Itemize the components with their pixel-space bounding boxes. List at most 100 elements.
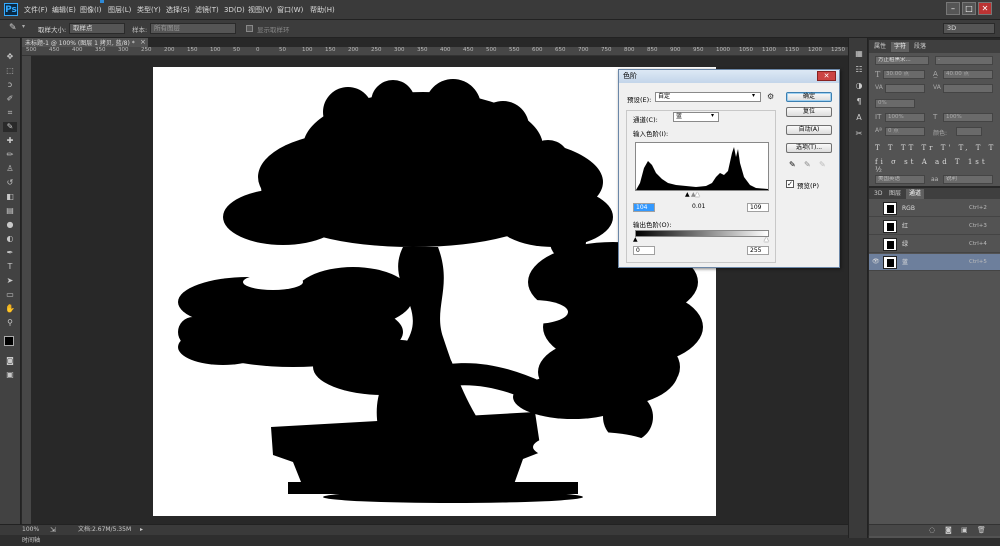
tracking-field[interactable]	[943, 84, 993, 93]
move-tool-icon[interactable]: ✥	[3, 52, 17, 62]
visibility-toggle[interactable]	[872, 204, 880, 212]
font-size-field[interactable]: 30.00 点	[883, 70, 925, 79]
close-button[interactable]: ✕	[978, 2, 992, 15]
underline-button[interactable]: T	[976, 144, 984, 152]
faux-italic-button[interactable]: T	[888, 144, 896, 152]
show-ring-checkbox[interactable]	[246, 25, 253, 32]
brush-tool-icon[interactable]: ✏	[3, 150, 17, 160]
opentype-buttons[interactable]: fi σ st A ad T 1st ½	[875, 158, 1000, 174]
tab-properties[interactable]: 属性	[871, 42, 889, 52]
lasso-tool-icon[interactable]: ↄ	[3, 80, 17, 90]
channel-dropdown-icon[interactable]: ▾	[711, 112, 714, 119]
type-tool-icon[interactable]: T	[3, 262, 17, 272]
ligatures-button[interactable]: fi	[875, 158, 886, 166]
faux-bold-button[interactable]: T	[875, 144, 883, 152]
character-panel-icon[interactable]: A	[853, 112, 865, 123]
swash-button[interactable]: A	[922, 158, 930, 166]
zoom-level[interactable]: 100%	[22, 525, 39, 535]
close-tab-icon[interactable]: ×	[140, 38, 146, 46]
info-arrow-icon[interactable]: ▸	[140, 525, 143, 535]
output-black-field[interactable]: 0	[633, 246, 655, 255]
eye-icon[interactable]: 👁	[872, 258, 880, 266]
text-color-swatch[interactable]	[956, 127, 982, 136]
gradient-tool-icon[interactable]: ▤	[3, 206, 17, 216]
menu-image[interactable]: 图像(I)	[80, 0, 102, 20]
visibility-toggle[interactable]	[872, 222, 880, 230]
tools-panel-icon[interactable]: ✂	[853, 128, 865, 139]
subscript-button[interactable]: T,	[959, 144, 971, 152]
vertical-scale-field[interactable]: 100%	[885, 113, 925, 122]
font-style-select[interactable]: -	[935, 56, 993, 65]
output-black-slider[interactable]: ▲	[633, 236, 638, 243]
export-icon[interactable]: ⇲	[50, 525, 56, 535]
dialog-close-button[interactable]: ✕	[817, 71, 836, 81]
healing-tool-icon[interactable]: ✚	[3, 136, 17, 146]
visibility-toggle[interactable]	[872, 240, 880, 248]
ordinals-button[interactable]: 1st	[968, 158, 988, 166]
maximize-button[interactable]: □	[962, 2, 976, 15]
ok-button[interactable]: 确定	[786, 92, 832, 102]
reset-button[interactable]: 复位	[786, 107, 832, 117]
crop-tool-icon[interactable]: ⌗	[3, 108, 17, 118]
menu-layer[interactable]: 图层(L)	[108, 0, 131, 20]
stylistic-alternates-button[interactable]: ad	[935, 158, 950, 166]
shape-tool-icon[interactable]: ▭	[3, 290, 17, 300]
path-select-icon[interactable]: ➤	[3, 276, 17, 286]
history-brush-icon[interactable]: ↺	[3, 178, 17, 188]
preset-options-gear-icon[interactable]: ⚙	[767, 92, 774, 101]
font-family-select[interactable]: 方正粗黑宋...	[875, 56, 929, 65]
menu-edit[interactable]: 编辑(E)	[52, 0, 76, 20]
gray-eyedropper-icon[interactable]: ✎	[804, 160, 811, 169]
tab-paragraph[interactable]: 段落	[911, 42, 929, 52]
white-point-slider[interactable]: ▲	[695, 191, 700, 198]
menu-view[interactable]: 视图(V)	[248, 0, 272, 20]
menu-select[interactable]: 选择(S)	[166, 0, 190, 20]
sample-select[interactable]: 所有图层	[150, 23, 236, 34]
quick-select-tool-icon[interactable]: ✐	[3, 94, 17, 104]
black-eyedropper-icon[interactable]: ✎	[789, 160, 796, 169]
stamp-tool-icon[interactable]: ♙	[3, 164, 17, 174]
antialias-select[interactable]: 锐利	[943, 175, 993, 184]
channel-row-red[interactable]: 红 Ctrl+3	[869, 218, 1000, 235]
kerning-field[interactable]	[885, 84, 925, 93]
strikethrough-button[interactable]: T	[989, 144, 997, 152]
menu-file[interactable]: 文件(F)	[24, 0, 48, 20]
input-black-field[interactable]: 104	[633, 203, 655, 212]
channel-row-blue[interactable]: 👁 蓝 Ctrl+5	[869, 254, 1000, 271]
preview-checkbox[interactable]: ✓	[786, 180, 794, 188]
white-eyedropper-icon[interactable]: ✎	[819, 160, 826, 169]
input-white-field[interactable]: 109	[747, 203, 769, 212]
load-selection-icon[interactable]: ◌	[929, 526, 935, 534]
language-select[interactable]: 美国英语	[875, 175, 925, 184]
hand-tool-icon[interactable]: ✋	[3, 304, 17, 314]
menu-window[interactable]: 窗口(W)	[277, 0, 303, 20]
zoom-tool-icon[interactable]: ⚲	[3, 318, 17, 328]
tab-3d[interactable]: 3D	[871, 189, 885, 199]
screen-mode-icon[interactable]: ▣	[3, 370, 17, 380]
channel-row-rgb[interactable]: RGB Ctrl+2	[869, 200, 1000, 217]
eyedropper-icon[interactable]: ✎	[9, 23, 17, 33]
dodge-tool-icon[interactable]: ◐	[3, 234, 17, 244]
leading-field[interactable]: 40.00 点	[943, 70, 993, 79]
all-caps-button[interactable]: TT	[901, 144, 916, 152]
adjustments-panel-icon[interactable]: ◑	[853, 80, 865, 91]
paragraph-panel-icon[interactable]: ¶	[853, 96, 865, 107]
options-button[interactable]: 选项(T)...	[786, 143, 832, 153]
tsume-field[interactable]: 0%	[875, 99, 915, 108]
timeline-label[interactable]: 时间轴	[22, 535, 40, 546]
minimize-button[interactable]: –	[946, 2, 960, 15]
output-white-slider[interactable]: ▲	[764, 236, 769, 243]
preset-dropdown-icon[interactable]: ▾	[752, 92, 755, 99]
black-point-slider[interactable]: ▲	[685, 191, 690, 198]
input-mid-field[interactable]: 0.01	[690, 203, 716, 212]
tab-layers[interactable]: 图层	[886, 189, 904, 199]
properties-panel-icon[interactable]: ☷	[853, 64, 865, 75]
eraser-tool-icon[interactable]: ◧	[3, 192, 17, 202]
menu-filter[interactable]: 滤镜(T)	[195, 0, 219, 20]
superscript-button[interactable]: T'	[941, 144, 954, 152]
save-selection-icon[interactable]: ◙	[945, 526, 952, 534]
auto-button[interactable]: 自动(A)	[786, 125, 832, 135]
menu-help[interactable]: 帮助(H)	[310, 0, 335, 20]
quick-mask-icon[interactable]: ◙	[3, 356, 17, 366]
marquee-tool-icon[interactable]: ⬚	[3, 66, 17, 76]
